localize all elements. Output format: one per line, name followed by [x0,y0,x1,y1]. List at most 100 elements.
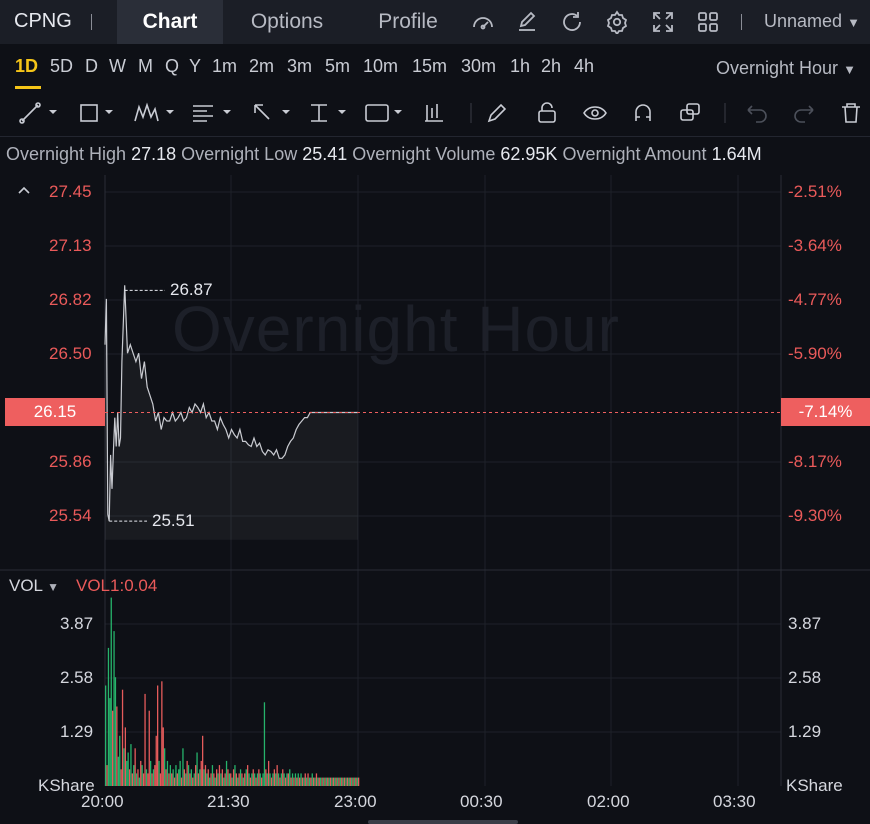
price-axis-label: 27.45 [49,182,92,201]
volume-bar [355,777,357,786]
volume-bar [258,769,260,786]
volume-bar [308,777,311,786]
volume-bar [356,777,358,786]
volume-bar [128,769,131,786]
volume-bar [121,689,124,786]
volume-axis-label: 3.87 [788,614,822,633]
volume-bar [322,777,325,786]
volume-bar [176,773,178,786]
volume-bar [265,769,267,786]
volume-bar [145,769,148,786]
volume-bar [283,773,285,786]
volume-bar [342,777,344,786]
volume-bar [133,765,135,786]
volume-bar [227,769,229,786]
volume-bar [353,777,356,786]
volume-bar [138,777,140,786]
volume-bar [117,756,119,786]
volume-bar [328,777,330,786]
volume-bar [147,773,149,786]
chevron-down-icon: ▼ [47,580,60,594]
volume-bar [259,773,261,786]
price-chart[interactable] [0,0,870,824]
volume-bar [171,773,173,786]
volume-bar [348,777,350,786]
volume-bar [195,765,197,786]
volume-axis-label: 1.29 [60,722,94,741]
volume-bar [289,769,291,786]
volume-bar [351,777,353,786]
volume-bar [273,769,275,786]
volume-axis-label: 1.29 [788,722,822,741]
volume-bar [186,760,188,786]
volume-bar [214,777,216,786]
volume-bar [261,777,263,786]
volume-bar [113,631,115,786]
volume-bar [112,710,114,786]
volume-bar [218,765,221,786]
volume-indicator-value: VOL1:0.04 [76,576,158,595]
volume-bar [306,777,308,786]
volume-bar [193,773,195,786]
volume-bar [159,773,162,786]
volume-bar [242,777,244,786]
volume-bar [321,777,323,786]
high-marker-label: 26.87 [170,280,213,299]
volume-bar [239,769,242,786]
collapse-icon[interactable] [16,184,32,196]
volume-bar [231,777,233,786]
volume-bar [116,706,118,786]
volume-bar [172,769,174,786]
volume-bar [320,777,322,786]
percent-axis-label: -4.77% [788,290,842,309]
volume-bar [210,773,212,786]
volume-bar [169,765,171,786]
volume-bar [187,765,190,786]
volume-bar [228,773,230,786]
volume-bar [324,777,326,786]
percent-axis-label: -5.90% [788,344,842,363]
volume-bar [126,760,128,786]
volume-bar [162,727,164,786]
volume-bar [199,769,201,786]
volume-bar [124,727,126,786]
price-axis-label: 25.86 [49,452,92,471]
percent-axis-label: -3.64% [788,236,842,255]
price-axis-label: 25.54 [49,506,92,525]
volume-bar [255,777,257,786]
time-axis-label: 21:30 [207,792,250,811]
volume-bar [327,777,329,786]
volume-bar [287,773,289,786]
volume-bar [286,773,288,786]
volume-bar [307,773,309,786]
volume-bar [251,773,253,786]
volume-bar [183,769,185,786]
volume-bar [110,597,112,786]
volume-bar [123,748,125,786]
horizontal-scrollbar[interactable] [368,820,518,824]
volume-bar [182,748,184,786]
volume-bar [352,777,354,786]
volume-bar [317,777,319,786]
volume-bar [332,777,334,786]
volume-bar [220,773,222,786]
time-axis-label: 02:00 [587,792,630,811]
volume-bar [152,769,155,786]
volume-bar [341,777,343,786]
volume-bar [185,773,187,786]
volume-bar [221,769,223,786]
percent-axis-label: -2.51% [788,182,842,201]
volume-indicator-dropdown[interactable]: VOL ▼ [9,576,59,596]
volume-bar [244,773,246,786]
volume-bar [189,773,191,786]
volume-bar [119,735,121,786]
volume-bar [179,760,181,786]
volume-bar [168,773,170,786]
volume-bar [276,765,278,786]
time-axis-label: 00:30 [460,792,503,811]
volume-bar [304,773,306,786]
volume-bar [346,777,349,786]
volume-bar [209,777,211,786]
volume-bar [280,773,282,786]
low-marker-label: 25.51 [152,511,195,530]
